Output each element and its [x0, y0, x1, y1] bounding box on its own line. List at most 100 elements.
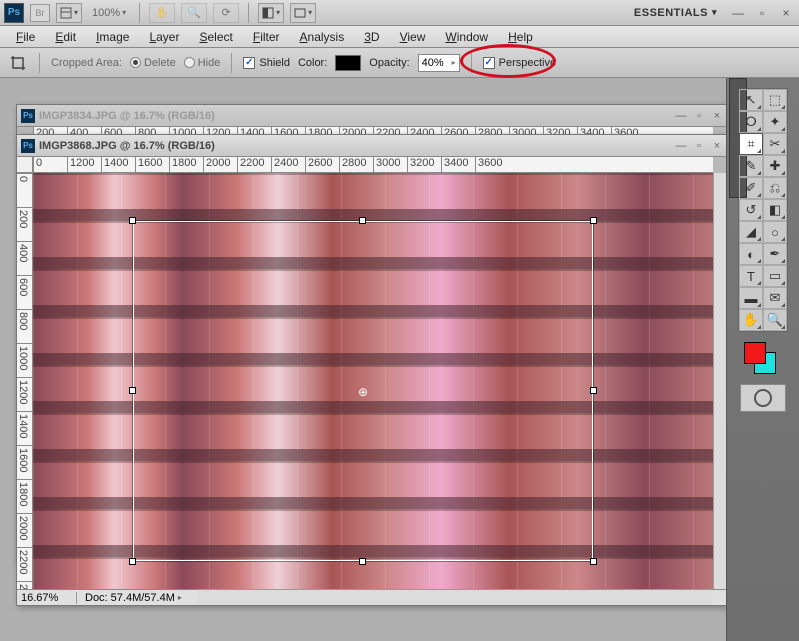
opacity-field[interactable]: 40%	[418, 54, 460, 72]
crop-tool-icon	[8, 53, 28, 73]
menu-filter[interactable]: Filter	[243, 27, 290, 47]
menu-image[interactable]: Image	[86, 27, 139, 47]
marquee-tool[interactable]: ⬚	[763, 89, 787, 111]
doc-minimize-button[interactable]: —	[673, 139, 689, 153]
crop-center-icon: ⊕	[357, 385, 369, 397]
crop-marquee[interactable]: ⊕	[133, 221, 593, 561]
cropped-area-label: Cropped Area:	[51, 57, 122, 69]
doc-maximize-button[interactable]: ▫	[691, 109, 707, 123]
hide-radio[interactable]: Hide	[184, 57, 221, 69]
rotate-view-button[interactable]: ⟳	[213, 3, 239, 23]
crop-handle-bl[interactable]	[129, 558, 136, 565]
zoom-level-dropdown[interactable]: 100%	[88, 7, 130, 19]
tools-panel: ↖⬚ⵔ✦⌗✂✎✚✐⎌↺◧◢○◐✒T▭▬✉✋🔍	[738, 88, 788, 332]
pen-tool[interactable]: ✒	[763, 243, 787, 265]
menu-help[interactable]: Help	[498, 27, 543, 47]
workspace-switcher[interactable]: ESSENTIALS	[628, 5, 723, 21]
foreground-color-swatch[interactable]	[744, 342, 766, 364]
ruler-horizontal[interactable]: 0120014001600180020002200240026002800300…	[33, 157, 713, 173]
menu-file[interactable]: File	[6, 27, 45, 47]
shield-checkbox[interactable]: ✓Shield	[243, 57, 290, 69]
canvas[interactable]: ⊕	[33, 173, 713, 589]
ruler-vertical[interactable]: 0200400600800100012001400160018002000220…	[17, 173, 33, 589]
close-button[interactable]: ×	[777, 5, 795, 21]
menu-window[interactable]: Window	[435, 27, 498, 47]
crop-tool[interactable]: ⌗	[739, 133, 763, 155]
scrollbar-horizontal[interactable]	[197, 589, 713, 605]
perspective-checkbox[interactable]: ✓Perspective	[483, 57, 556, 69]
color-label: Color:	[298, 57, 327, 69]
menu-bar: FileEditImageLayerSelectFilterAnalysis3D…	[0, 26, 799, 48]
crop-handle-tm[interactable]	[359, 217, 366, 224]
bridge-button[interactable]: Br	[30, 4, 50, 22]
minimize-button[interactable]: —	[729, 5, 747, 21]
blur-tool[interactable]: ○	[763, 221, 787, 243]
menu-3d[interactable]: 3D	[354, 27, 389, 47]
status-bar: 16.67% Doc: 57.4M/57.4M	[17, 589, 729, 605]
divider	[471, 53, 472, 73]
document-icon: Ps	[21, 139, 35, 153]
options-bar: Cropped Area: Delete Hide ✓Shield Color:…	[0, 48, 799, 78]
menu-edit[interactable]: Edit	[45, 27, 86, 47]
doc-maximize-button[interactable]: ▫	[691, 139, 707, 153]
stamp-tool[interactable]: ⎌	[763, 177, 787, 199]
menu-select[interactable]: Select	[189, 27, 242, 47]
document-titlebar[interactable]: Ps IMGP3868.JPG @ 16.7% (RGB/16) — ▫ ×	[17, 135, 729, 157]
crop-handle-mr[interactable]	[590, 387, 597, 394]
gradient-tool[interactable]: ◢	[739, 221, 763, 243]
shield-color-swatch[interactable]	[335, 55, 361, 71]
delete-radio[interactable]: Delete	[130, 57, 176, 69]
zoom-tool[interactable]: 🔍	[763, 309, 787, 331]
eyedropper-tool[interactable]: ✎	[739, 155, 763, 177]
hand-tool-button[interactable]: ✋	[149, 3, 175, 23]
crop-handle-bm[interactable]	[359, 558, 366, 565]
crop-handle-tl[interactable]	[129, 217, 136, 224]
menu-layer[interactable]: Layer	[139, 27, 189, 47]
history-brush-tool[interactable]: ↺	[739, 199, 763, 221]
crop-handle-br[interactable]	[590, 558, 597, 565]
shape-tool[interactable]: ▬	[739, 287, 763, 309]
healing-tool[interactable]: ✚	[763, 155, 787, 177]
document-title-text: IMGP3868.JPG @ 16.7% (RGB/16)	[39, 140, 215, 152]
path-tool[interactable]: ▭	[763, 265, 787, 287]
menu-view[interactable]: View	[390, 27, 436, 47]
right-dock: ↖⬚ⵔ✦⌗✂✎✚✐⎌↺◧◢○◐✒T▭▬✉✋🔍	[726, 78, 799, 641]
document-window-front[interactable]: Ps IMGP3868.JPG @ 16.7% (RGB/16) — ▫ × 0…	[16, 134, 730, 606]
arrange-documents-dropdown[interactable]	[258, 3, 284, 23]
divider	[139, 3, 140, 23]
hand-tool[interactable]: ✋	[739, 309, 763, 331]
slice-tool[interactable]: ✂	[763, 133, 787, 155]
document-title-text: IMGP3834.JPG @ 16.7% (RGB/16)	[39, 110, 215, 122]
divider	[248, 3, 249, 23]
status-zoom-field[interactable]: 16.67%	[17, 592, 77, 604]
move-tool[interactable]: ↖	[739, 89, 763, 111]
photoshop-logo-icon: Ps	[4, 3, 24, 23]
notes-tool[interactable]: ✉	[763, 287, 787, 309]
crop-handle-ml[interactable]	[129, 387, 136, 394]
menu-analysis[interactable]: Analysis	[290, 27, 355, 47]
type-tool[interactable]: T	[739, 265, 763, 287]
document-icon: Ps	[21, 109, 35, 123]
document-area: Ps IMGP3834.JPG @ 16.7% (RGB/16) — ▫ × 2…	[0, 78, 726, 641]
color-picker[interactable]	[738, 338, 788, 378]
view-extras-dropdown[interactable]	[56, 3, 82, 23]
doc-close-button[interactable]: ×	[709, 139, 725, 153]
screen-mode-dropdown[interactable]	[290, 3, 316, 23]
quick-mask-button[interactable]	[740, 384, 786, 412]
brush-tool[interactable]: ✐	[739, 177, 763, 199]
document-titlebar[interactable]: Ps IMGP3834.JPG @ 16.7% (RGB/16) — ▫ ×	[17, 105, 729, 127]
doc-close-button[interactable]: ×	[709, 109, 725, 123]
crop-handle-tr[interactable]	[590, 217, 597, 224]
zoom-tool-button[interactable]: 🔍	[181, 3, 207, 23]
status-doc-info[interactable]: Doc: 57.4M/57.4M	[77, 592, 190, 604]
lasso-tool[interactable]: ⵔ	[739, 111, 763, 133]
ruler-origin[interactable]	[17, 157, 33, 173]
divider	[231, 53, 232, 73]
divider	[39, 53, 40, 73]
doc-minimize-button[interactable]: —	[673, 109, 689, 123]
dodge-tool[interactable]: ◐	[739, 243, 763, 265]
maximize-button[interactable]: ▫	[753, 5, 771, 21]
opacity-label: Opacity:	[369, 57, 409, 69]
eraser-tool[interactable]: ◧	[763, 199, 787, 221]
magic-wand-tool[interactable]: ✦	[763, 111, 787, 133]
